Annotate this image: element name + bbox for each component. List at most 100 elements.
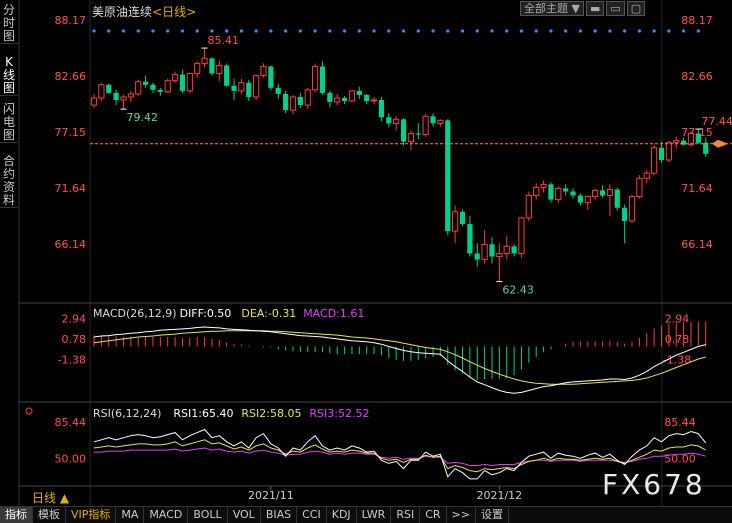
left-tab-1[interactable]: K线图 xyxy=(0,56,18,96)
period-selector[interactable]: 日线 ▲ xyxy=(32,489,69,506)
top-dot xyxy=(401,29,406,33)
candle-body xyxy=(474,253,480,260)
indicator-tab-14[interactable]: 设置 xyxy=(476,507,509,523)
indicator-tab-11[interactable]: RSI xyxy=(391,507,421,523)
candle-body xyxy=(348,90,356,102)
indicator-tab-2[interactable]: VIP指标 xyxy=(66,507,117,523)
indicator-tab-0[interactable]: 指标 xyxy=(0,507,33,523)
top-dot xyxy=(652,29,656,33)
candle-body xyxy=(201,57,208,64)
top-dot xyxy=(637,29,641,33)
candle-body xyxy=(224,65,230,86)
top-dot xyxy=(446,29,450,33)
top-dot xyxy=(608,29,612,33)
candle-body xyxy=(393,118,400,124)
x-tick-label-1: 2021/12 xyxy=(476,489,522,502)
rsi-legend-rsi1: RSI1:65.40 xyxy=(173,407,233,420)
macd-legend-dea: DEA:-0.31 xyxy=(241,307,296,320)
candle-body xyxy=(378,99,385,118)
candle-body xyxy=(312,65,319,91)
candle-body xyxy=(304,89,311,106)
diff-line xyxy=(93,326,706,394)
candle-body xyxy=(592,189,599,198)
top-dot xyxy=(460,29,465,33)
top-dot xyxy=(239,29,243,33)
indicator-tab-13[interactable]: >> xyxy=(447,507,476,523)
rsi-legend-name: RSI(6,12,24) xyxy=(93,407,161,420)
candle-body xyxy=(695,133,701,143)
top-dot xyxy=(431,29,435,33)
candle-body xyxy=(577,195,584,203)
candle-body xyxy=(445,120,451,232)
candle-body xyxy=(260,65,267,77)
candle-body xyxy=(636,177,643,198)
top-dot xyxy=(225,29,229,33)
left-tab-3[interactable]: 合约资料 xyxy=(0,155,18,208)
left-tab-2[interactable]: 闪电图 xyxy=(0,103,18,143)
price-annotation-0: 85.41 xyxy=(208,34,240,47)
restore-button[interactable]: ▭ xyxy=(606,1,625,16)
candle-body xyxy=(157,89,163,92)
rsi3-line xyxy=(94,447,706,467)
candle-body xyxy=(628,196,636,222)
indicator-tab-4[interactable]: MACD xyxy=(144,507,189,523)
candle-body xyxy=(171,74,179,82)
candle-body xyxy=(622,207,628,221)
indicator-tab-10[interactable]: LWR xyxy=(357,507,392,523)
indicator-tab-bar: 指标 模板 VIP指标 MA MACD BOLL VOL BIAS CCI KDJ LWR RSI CR… xyxy=(0,506,732,523)
indicator-tab-8[interactable]: CCI xyxy=(297,507,327,523)
indicator-tab-9[interactable]: KDJ xyxy=(327,507,357,523)
candle-body xyxy=(135,81,142,95)
price-tick-left-0: 88.17 xyxy=(55,14,87,27)
chart-canvas[interactable]: 88.17 88.1782.66 82.6677.15 77.1571.64 71.64… xyxy=(0,0,732,506)
candle-body xyxy=(430,116,436,124)
macd-legend-diff: DIFF:0.50 xyxy=(180,307,232,320)
candle-body xyxy=(496,252,503,258)
candle-body xyxy=(525,195,532,219)
candle-body xyxy=(364,94,370,102)
top-dot xyxy=(372,29,376,33)
top-dot xyxy=(195,29,199,33)
top-dot xyxy=(269,29,273,33)
macd-tick-left-0: 2.94 xyxy=(62,312,87,325)
indicator-tab-6[interactable]: VOL xyxy=(228,507,261,523)
top-dot xyxy=(416,29,420,33)
top-dot xyxy=(357,29,361,33)
left-tab-0[interactable]: 分时图 xyxy=(0,4,18,44)
candle-body xyxy=(643,172,650,179)
top-dot xyxy=(534,29,538,33)
indicator-tab-7[interactable]: BIAS xyxy=(261,507,298,523)
candle-body xyxy=(570,191,576,196)
minimize-button[interactable]: ▬ xyxy=(585,1,605,16)
indicator-tab-3[interactable]: MA xyxy=(116,507,145,523)
top-dot xyxy=(490,29,494,33)
candle-body xyxy=(319,66,326,93)
rsi-legend-rsi2: RSI2:58.05 xyxy=(241,407,301,420)
dea-line xyxy=(93,330,706,385)
candle-body xyxy=(511,246,517,254)
rsi-tick-right-0: 85.44 xyxy=(664,416,696,429)
price-tick-right-0: 88.17 xyxy=(681,14,713,27)
candle-body xyxy=(533,186,540,197)
indicator-tab-1[interactable]: 模板 xyxy=(33,507,66,523)
maximize-button[interactable]: ▢ xyxy=(626,1,646,16)
candle-body xyxy=(518,217,525,254)
top-dot xyxy=(667,29,671,33)
candle-body xyxy=(90,97,98,106)
top-dot xyxy=(475,29,479,33)
indicator-tab-5[interactable]: BOLL xyxy=(188,507,228,523)
candle-body xyxy=(209,58,215,74)
candle-body xyxy=(98,84,105,99)
candle-body xyxy=(658,147,665,160)
top-dot xyxy=(151,29,155,33)
candle-body xyxy=(481,243,488,261)
candle-body xyxy=(687,133,695,146)
top-dot xyxy=(623,29,627,33)
candle-body xyxy=(563,188,569,192)
theme-dropdown[interactable]: 全部主题 ▼ xyxy=(520,1,584,16)
indicator-tab-12[interactable]: CR xyxy=(420,507,447,523)
candle-body xyxy=(164,80,171,93)
top-dot xyxy=(254,29,258,33)
last-price-marker xyxy=(712,139,728,148)
macd-legend-macd: MACD:1.61 xyxy=(303,307,364,320)
